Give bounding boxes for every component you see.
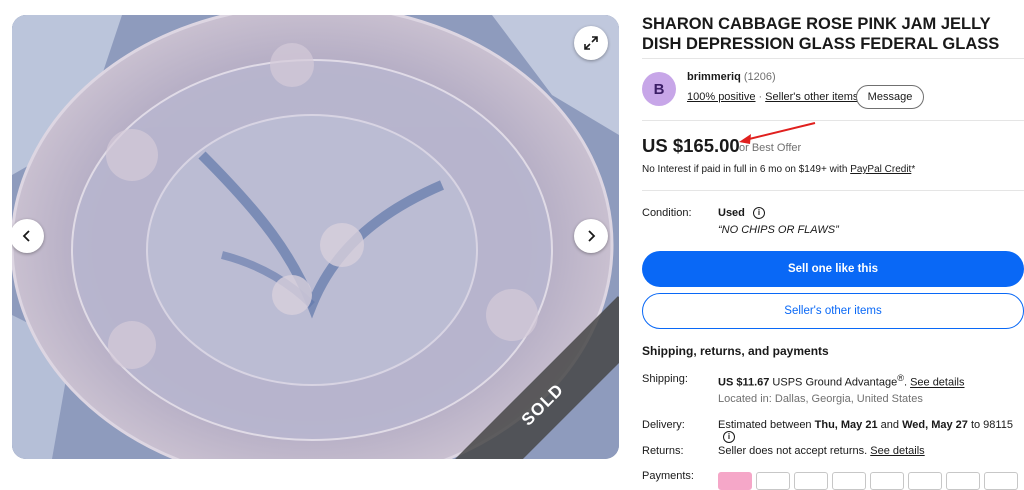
discover-icon — [946, 472, 980, 490]
payment-icon — [794, 472, 828, 490]
seller-links: 100% positive·Seller's other items· — [687, 91, 868, 103]
seller-name[interactable]: brimmeriq — [687, 71, 741, 83]
divider — [642, 58, 1024, 59]
info-icon[interactable]: i — [752, 207, 765, 220]
item-title: SHARON CABBAGE ROSE PINK JAM JELLY DISH … — [642, 15, 1000, 53]
shipping-value: US $11.67 USPS Ground Advantage®. See de… — [718, 373, 965, 389]
delivery-and: and — [877, 419, 903, 431]
condition-note: “NO CHIPS OR FLAWS” — [718, 224, 839, 236]
returns-text: Seller does not accept returns. — [718, 445, 871, 457]
delivery-prefix: Estimated between — [718, 419, 815, 431]
payment-icon — [756, 472, 790, 490]
seller-avatar[interactable]: B — [642, 72, 676, 106]
separator: · — [758, 91, 763, 103]
condition-label: Condition: — [642, 207, 692, 219]
shipping-service: USPS Ground Advantage — [769, 376, 898, 389]
financing-text: No Interest if paid in full in 6 mo on $… — [642, 164, 915, 175]
seller-other-items-link[interactable]: Seller's other items — [765, 91, 858, 103]
registered-mark: ® — [897, 373, 904, 383]
positive-feedback-link[interactable]: 100% positive — [687, 91, 756, 103]
mastercard-icon — [908, 472, 942, 490]
payment-icon — [832, 472, 866, 490]
sell-one-like-this-button[interactable]: Sell one like this — [642, 251, 1024, 287]
delivery-label: Delivery: — [642, 419, 685, 431]
chevron-right-icon — [588, 230, 596, 242]
financing-asterisk: * — [911, 164, 916, 175]
delivery-end: Wed, May 27 — [902, 419, 968, 431]
divider — [642, 120, 1024, 121]
seller-feedback-count: (1206) — [743, 71, 776, 83]
diners-icon — [984, 472, 1018, 490]
paypal-credit-link[interactable]: PayPal Credit — [850, 164, 911, 175]
divider — [642, 190, 1024, 191]
returns-label: Returns: — [642, 445, 684, 457]
message-button[interactable]: Message — [856, 85, 924, 109]
sellers-other-items-button[interactable]: Seller's other items — [642, 293, 1024, 329]
shipping-price: US $11.67 — [718, 376, 770, 389]
condition-value: Used — [718, 207, 745, 219]
image-gallery[interactable]: SOLD — [12, 15, 619, 459]
condition-value-line: Used i — [718, 207, 765, 220]
expand-icon — [584, 36, 598, 50]
seller-name-line: brimmeriq (1206) — [687, 71, 776, 83]
payments-label: Payments: — [642, 470, 694, 482]
next-image-button[interactable] — [574, 219, 608, 253]
delivery-suffix: to 98115 — [967, 419, 1013, 431]
financing-offer: No Interest if paid in full in 6 mo on $… — [642, 164, 851, 175]
shipping-section-title: Shipping, returns, and payments — [642, 344, 829, 358]
returns-see-details-link[interactable]: See details — [870, 445, 924, 457]
shipping-label: Shipping: — [642, 373, 688, 385]
shipping-see-details-link[interactable]: See details — [910, 377, 964, 389]
info-icon[interactable]: i — [723, 431, 735, 444]
annotation-arrow — [739, 122, 816, 144]
delivery-start: Thu, May 21 — [814, 419, 878, 431]
chevron-left-icon — [22, 230, 30, 242]
delivery-value: Estimated between Thu, May 21 and Wed, M… — [718, 419, 1024, 444]
returns-value: Seller does not accept returns. See deta… — [718, 445, 925, 457]
item-location: Located in: Dallas, Georgia, United Stat… — [718, 393, 923, 405]
expand-button[interactable] — [574, 26, 608, 60]
payment-methods — [718, 472, 1018, 490]
paypal-icon — [718, 472, 752, 490]
payment-icon — [870, 472, 904, 490]
item-price: US $165.00 — [642, 135, 740, 156]
